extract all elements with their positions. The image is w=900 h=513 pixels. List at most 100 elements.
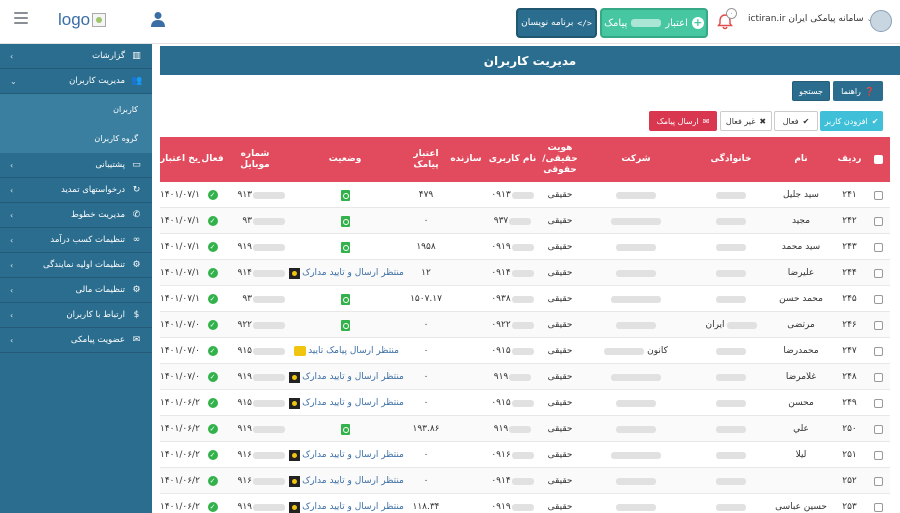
phone-icon: ✆	[132, 210, 141, 220]
status-link[interactable]: منتظر ارسال و تایید مدارک	[302, 502, 404, 512]
user-credit: ۰	[423, 476, 429, 486]
sidebar-item-renewal-requests[interactable]: ‹ درخواستهای تمدید ↻	[0, 178, 152, 203]
row-checkbox[interactable]	[874, 242, 883, 252]
sidebar-subitem-users[interactable]: کاربران	[0, 94, 152, 124]
row-checkbox[interactable]	[874, 294, 883, 304]
row-number: ۲۴۹	[842, 398, 857, 408]
table-row[interactable]: ۲۵۱ ليلا حقیقی ۰۹۱۶ ۰ منتظر ارسال و تایید مدا…	[160, 442, 890, 468]
check-circle-icon: ✓	[207, 190, 218, 200]
row-checkbox[interactable]	[874, 190, 883, 200]
status-link[interactable]: منتظر ارسال پیامک تایید	[308, 346, 399, 356]
user-mobile: ۹۳	[225, 286, 285, 312]
col-identity[interactable]: هویت حقیقی/حقوقی	[540, 137, 580, 182]
user-expiry: ۱۴۰۱/۰۶/۲۶	[160, 424, 200, 434]
row-number: ۲۴۸	[842, 372, 857, 382]
row-checkbox[interactable]	[874, 476, 883, 486]
user-mobile: ۹۱۶	[225, 468, 285, 494]
user-credit: ۱۹۳.۸۶	[412, 424, 440, 434]
sidebar-item-user-management[interactable]: ⌄ مدیریت کاربران 👥	[0, 69, 152, 94]
check-circle-icon: ✓	[207, 242, 218, 252]
sidebar-item-income-settings[interactable]: ‹ تنظیمات کسب درآمد ∞	[0, 228, 152, 253]
add-user-button[interactable]: ✔ افزودن کاربر	[820, 111, 883, 131]
document-approved-icon[interactable]	[340, 241, 350, 253]
document-approved-icon[interactable]	[340, 319, 350, 331]
col-active[interactable]: فعال	[200, 137, 225, 182]
active-status: ✓	[200, 286, 225, 312]
sidebar-subitem-user-groups[interactable]: گروه کاربران	[0, 124, 152, 153]
sidebar-item-support[interactable]: ‹ پشتیبانی ▭	[0, 153, 152, 178]
sidebar-item-sms-membership[interactable]: ‹ عضویت پیامکی ✉	[0, 328, 152, 353]
row-checkbox[interactable]	[874, 502, 883, 512]
user-credit: ۱۲	[421, 268, 431, 278]
logo[interactable]: logo	[58, 10, 107, 30]
table-row[interactable]: ۲۴۷ محمدرضا کانون حقیقی ۰۹۱۵ ۰ منتظر ارسال پیا…	[160, 338, 890, 364]
sms-credit-button[interactable]: + اعتبار پیامک	[600, 8, 708, 38]
search-button[interactable]: جستجو	[792, 81, 830, 101]
status-link[interactable]: منتظر ارسال و تایید مدارک	[302, 450, 404, 460]
document-approved-icon[interactable]	[340, 293, 350, 305]
col-family[interactable]: خانوادگی	[692, 137, 770, 182]
sidebar-item-reports[interactable]: ‹ گزارشات ▥	[0, 44, 152, 69]
table-row[interactable]: ۲۴۸ غلامرضا حقیقی ۹۱۹ ۰ منتظر ارسال و تایید م…	[160, 364, 890, 390]
developers-button[interactable]: </> برنامه نویسان	[516, 8, 597, 38]
status-link[interactable]: منتظر ارسال و تایید مدارک	[302, 398, 404, 408]
table-row[interactable]: ۲۴۳ سید محمد حقیقی ۰۹۱۹ ۱۹۵۸ ۹۱۹ ✓ ۱۴۰۱/۰۷/۱۳	[160, 234, 890, 260]
table-row[interactable]: ۲۴۶مرتضیایرانحقیقی۰۹۲۲۰۹۲۲✓۱۴۰۱/۰۷/۰۷	[160, 312, 890, 338]
document-pending-icon	[289, 475, 301, 487]
user-family	[692, 494, 770, 513]
table-row[interactable]: ۲۴۲ مجید حقیقی ۹۳۷ ۰ ۹۳ ✓ ۱۴۰۱/۰۷/۱۳	[160, 208, 890, 234]
table-row[interactable]: ۲۴۴ علیرضا حقیقی ۰۹۱۴ ۱۲ منتظر ارسال و تایید …	[160, 260, 890, 286]
col-expiry[interactable]: تاریخ اعتبار	[160, 137, 200, 182]
user-family	[692, 364, 770, 390]
table-row[interactable]: ۲۵۰ علي حقیقی ۹۱۹ ۱۹۳.۸۶ ۹۱۹ ✓ ۱۴۰۱/۰۶/۲۶	[160, 416, 890, 442]
document-approved-icon[interactable]	[340, 215, 350, 227]
sms-pending-icon	[294, 346, 307, 356]
user-icon[interactable]	[151, 11, 165, 27]
sidebar-item-agency-settings[interactable]: ‹ تنظیمات اولیه نمایندگی ⚙	[0, 253, 152, 278]
row-checkbox[interactable]	[874, 346, 883, 356]
active-status: ✓	[200, 494, 225, 513]
user-creator	[447, 208, 485, 234]
row-checkbox[interactable]	[874, 450, 883, 460]
row-checkbox[interactable]	[874, 320, 883, 330]
user-creator	[447, 260, 485, 286]
col-creator[interactable]: سازنده	[447, 137, 485, 182]
document-approved-icon[interactable]	[340, 423, 350, 435]
table-row[interactable]: ۲۵۲ حقیقی ۰۹۱۴ ۰ منتظر ارسال و تایید مدارک ۹۱…	[160, 468, 890, 494]
user-family	[692, 468, 770, 494]
table-row[interactable]: ۲۴۱ سید جلیل حقیقی ۰۹۱۳ ۴۷۹ ۹۱۳ ✓ ۱۴۰۱/۰۷/۱۴	[160, 182, 890, 208]
user-username: ۰۹۳۸	[485, 286, 540, 312]
col-credit[interactable]: اعتبار پیامک	[405, 137, 447, 182]
document-approved-icon[interactable]	[340, 189, 350, 201]
col-name[interactable]: نام	[770, 137, 832, 182]
status-link[interactable]: منتظر ارسال و تایید مدارک	[302, 268, 404, 278]
help-button[interactable]: ❓ راهنما	[833, 81, 883, 101]
menu-toggle-icon[interactable]	[14, 12, 28, 24]
user-mobile: ۹۲۲	[225, 312, 285, 338]
col-username[interactable]: نام کاربری	[485, 137, 540, 182]
status-link[interactable]: منتظر ارسال و تایید مدارک	[302, 476, 404, 486]
col-mobile[interactable]: شماره موبایل	[225, 137, 285, 182]
link-icon: ∞	[132, 235, 141, 245]
send-sms-button[interactable]: ✉ ارسال پیامک	[649, 111, 717, 131]
table-row[interactable]: ۲۴۹ محسن حقیقی ۰۹۱۵ ۰ منتظر ارسال و تایید مدا…	[160, 390, 890, 416]
chevron-left-icon: ‹	[10, 261, 14, 270]
status-link[interactable]: منتظر ارسال و تایید مدارک	[302, 372, 404, 382]
table-row[interactable]: ۲۵۳ حسين عباسی حقیقی ۰۹۱۹ ۱۱۸.۳۴ منتظر ارسال …	[160, 494, 890, 513]
row-checkbox[interactable]	[874, 398, 883, 408]
col-status[interactable]: وضعیت	[285, 137, 405, 182]
row-checkbox[interactable]	[874, 216, 883, 226]
select-all-checkbox[interactable]	[867, 137, 890, 182]
sidebar-item-contact-users[interactable]: ‹ ارتباط با کاربران $	[0, 303, 152, 328]
row-checkbox[interactable]	[874, 268, 883, 278]
table-row[interactable]: ۲۴۵ محمد حسن حقیقی ۰۹۳۸ ۱۵۰۷.۱۷ ۹۳ ✓ ۱۴۰۱/۰۷/۱۱	[160, 286, 890, 312]
deactivate-button[interactable]: ✖ غیر فعال	[720, 111, 772, 131]
sidebar-item-line-management[interactable]: ‹ مدیریت خطوط ✆	[0, 203, 152, 228]
brand-dropdown[interactable]: ⌄ سامانه پیامکی ایران ictiran.ir	[748, 14, 872, 24]
sidebar-item-financial-settings[interactable]: ‹ تنظیمات مالی ⚙	[0, 278, 152, 303]
col-company[interactable]: شرکت	[580, 137, 692, 182]
row-checkbox[interactable]	[874, 372, 883, 382]
col-row[interactable]: ردیف	[832, 137, 867, 182]
activate-button[interactable]: ✔ فعال	[774, 111, 818, 131]
row-checkbox[interactable]	[874, 424, 883, 434]
